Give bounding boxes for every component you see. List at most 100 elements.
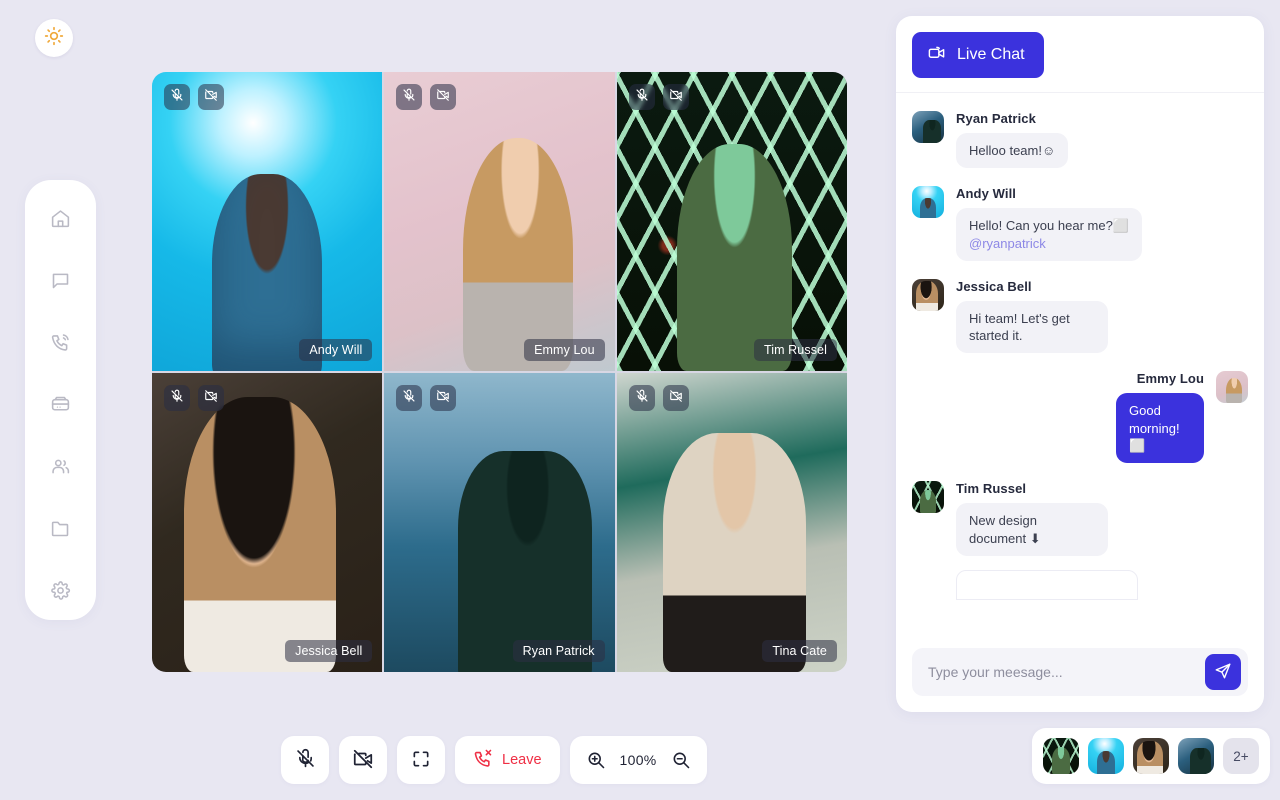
- avatar: [912, 111, 944, 143]
- folder-icon: [50, 518, 71, 544]
- more-participants-chip[interactable]: 2+: [1223, 738, 1259, 774]
- phone-call-icon: [50, 332, 71, 358]
- sidebar-item-files[interactable]: [42, 512, 80, 550]
- users-icon: [50, 456, 71, 482]
- chat-composer: [896, 638, 1264, 712]
- left-sidebar: [25, 180, 96, 620]
- call-toolbar: Leave 100%: [281, 736, 707, 784]
- camera-toggle-button[interactable]: [198, 84, 224, 110]
- message-input[interactable]: [928, 664, 1205, 680]
- video-tile[interactable]: Tim Russel: [617, 72, 847, 371]
- mic-toggle-button[interactable]: [164, 385, 190, 411]
- participant-video: [617, 373, 847, 672]
- camera-toggle-button[interactable]: [430, 385, 456, 411]
- send-icon: [1214, 662, 1232, 683]
- video-camera-icon: [927, 43, 946, 67]
- avatar[interactable]: [1178, 738, 1214, 774]
- video-grid: Andy Will Emmy Lou Tim Russel Je: [152, 72, 847, 672]
- live-chat-tab[interactable]: Live Chat: [912, 32, 1044, 78]
- gear-icon: [50, 580, 71, 606]
- live-chat-label: Live Chat: [957, 46, 1025, 64]
- message-sender: Andy Will: [956, 186, 1142, 201]
- participant-video: [152, 72, 382, 371]
- video-tile[interactable]: Tina Cate: [617, 373, 847, 672]
- tile-controls: [164, 385, 224, 411]
- participant-name: Tina Cate: [762, 640, 837, 662]
- participant-video: [384, 72, 614, 371]
- phone-hangup-icon: [473, 748, 493, 772]
- fullscreen-icon: [411, 749, 431, 772]
- chat-message: Ryan Patrick Helloo team!☺: [912, 111, 1248, 168]
- tile-controls: [629, 385, 689, 411]
- participants-bar: 2+: [1032, 728, 1270, 784]
- zoom-controls: 100%: [570, 736, 707, 784]
- participant-video: [152, 373, 382, 672]
- participant-name: Andy Will: [299, 339, 372, 361]
- mic-off-icon: [295, 748, 316, 772]
- message-bubble: Good morning!⬜: [1116, 393, 1204, 463]
- mic-toggle-button[interactable]: [396, 84, 422, 110]
- participant-name: Ryan Patrick: [513, 640, 605, 662]
- toggle-microphone-button[interactable]: [281, 736, 329, 784]
- avatar: [1216, 371, 1248, 403]
- sidebar-item-calls[interactable]: [42, 326, 80, 364]
- leave-call-label: Leave: [502, 752, 542, 768]
- avatar[interactable]: [1043, 738, 1079, 774]
- video-tile[interactable]: Andy Will: [152, 72, 382, 371]
- sidebar-item-settings[interactable]: [42, 574, 80, 612]
- sidebar-item-contacts[interactable]: [42, 450, 80, 488]
- toggle-camera-button[interactable]: [339, 736, 387, 784]
- avatar: [912, 279, 944, 311]
- participant-video: [617, 72, 847, 371]
- fullscreen-button[interactable]: [397, 736, 445, 784]
- message-mention[interactable]: @ryanpatrick: [969, 235, 1129, 252]
- camera-toggle-button[interactable]: [430, 84, 456, 110]
- mic-toggle-button[interactable]: [629, 84, 655, 110]
- app-logo[interactable]: [35, 19, 73, 57]
- video-tile[interactable]: Jessica Bell: [152, 373, 382, 672]
- camera-off-icon: [669, 389, 683, 408]
- camera-off-icon: [436, 389, 450, 408]
- home-icon: [50, 208, 71, 234]
- avatar[interactable]: [1088, 738, 1124, 774]
- chat-message-list[interactable]: Ryan Patrick Helloo team!☺ Andy Will Hel…: [896, 93, 1264, 638]
- chat-panel: Live Chat Ryan Patrick Helloo team!☺ And…: [896, 16, 1264, 712]
- camera-toggle-button[interactable]: [663, 84, 689, 110]
- tile-controls: [396, 84, 456, 110]
- message-sender: Emmy Lou: [1137, 371, 1204, 386]
- message-text: Hello! Can you hear me?⬜: [969, 218, 1129, 233]
- chat-message: Jessica Bell Hi team! Let's get started …: [912, 279, 1248, 354]
- camera-off-icon: [436, 88, 450, 107]
- camera-off-icon: [669, 88, 683, 107]
- send-message-button[interactable]: [1205, 654, 1241, 690]
- tile-controls: [396, 385, 456, 411]
- video-tile[interactable]: Emmy Lou: [384, 72, 614, 371]
- mic-toggle-button[interactable]: [164, 84, 190, 110]
- avatar[interactable]: [1133, 738, 1169, 774]
- mic-toggle-button[interactable]: [629, 385, 655, 411]
- message-sender: Ryan Patrick: [956, 111, 1068, 126]
- sidebar-item-home[interactable]: [42, 202, 80, 240]
- message-sender: Tim Russel: [956, 481, 1108, 496]
- avatar: [912, 481, 944, 513]
- camera-off-icon: [204, 389, 218, 408]
- mic-toggle-button[interactable]: [396, 385, 422, 411]
- tile-controls: [164, 84, 224, 110]
- message-bubble: New design document ⬇: [956, 503, 1108, 556]
- leave-call-button[interactable]: Leave: [455, 736, 560, 784]
- scroll-fade: [896, 612, 1264, 638]
- avatar: [912, 186, 944, 218]
- camera-toggle-button[interactable]: [198, 385, 224, 411]
- sidebar-item-messages[interactable]: [42, 264, 80, 302]
- participant-name: Tim Russel: [754, 339, 837, 361]
- attachment-card[interactable]: [956, 570, 1138, 600]
- zoom-out-button[interactable]: [671, 750, 691, 770]
- zoom-in-button[interactable]: [586, 750, 606, 770]
- participant-name: Jessica Bell: [285, 640, 372, 662]
- camera-toggle-button[interactable]: [663, 385, 689, 411]
- sidebar-item-inbox[interactable]: [42, 388, 80, 426]
- video-tile[interactable]: Ryan Patrick: [384, 373, 614, 672]
- message-bubble: Helloo team!☺: [956, 133, 1068, 168]
- mic-off-icon: [635, 389, 649, 408]
- message-input-wrapper: [912, 648, 1248, 696]
